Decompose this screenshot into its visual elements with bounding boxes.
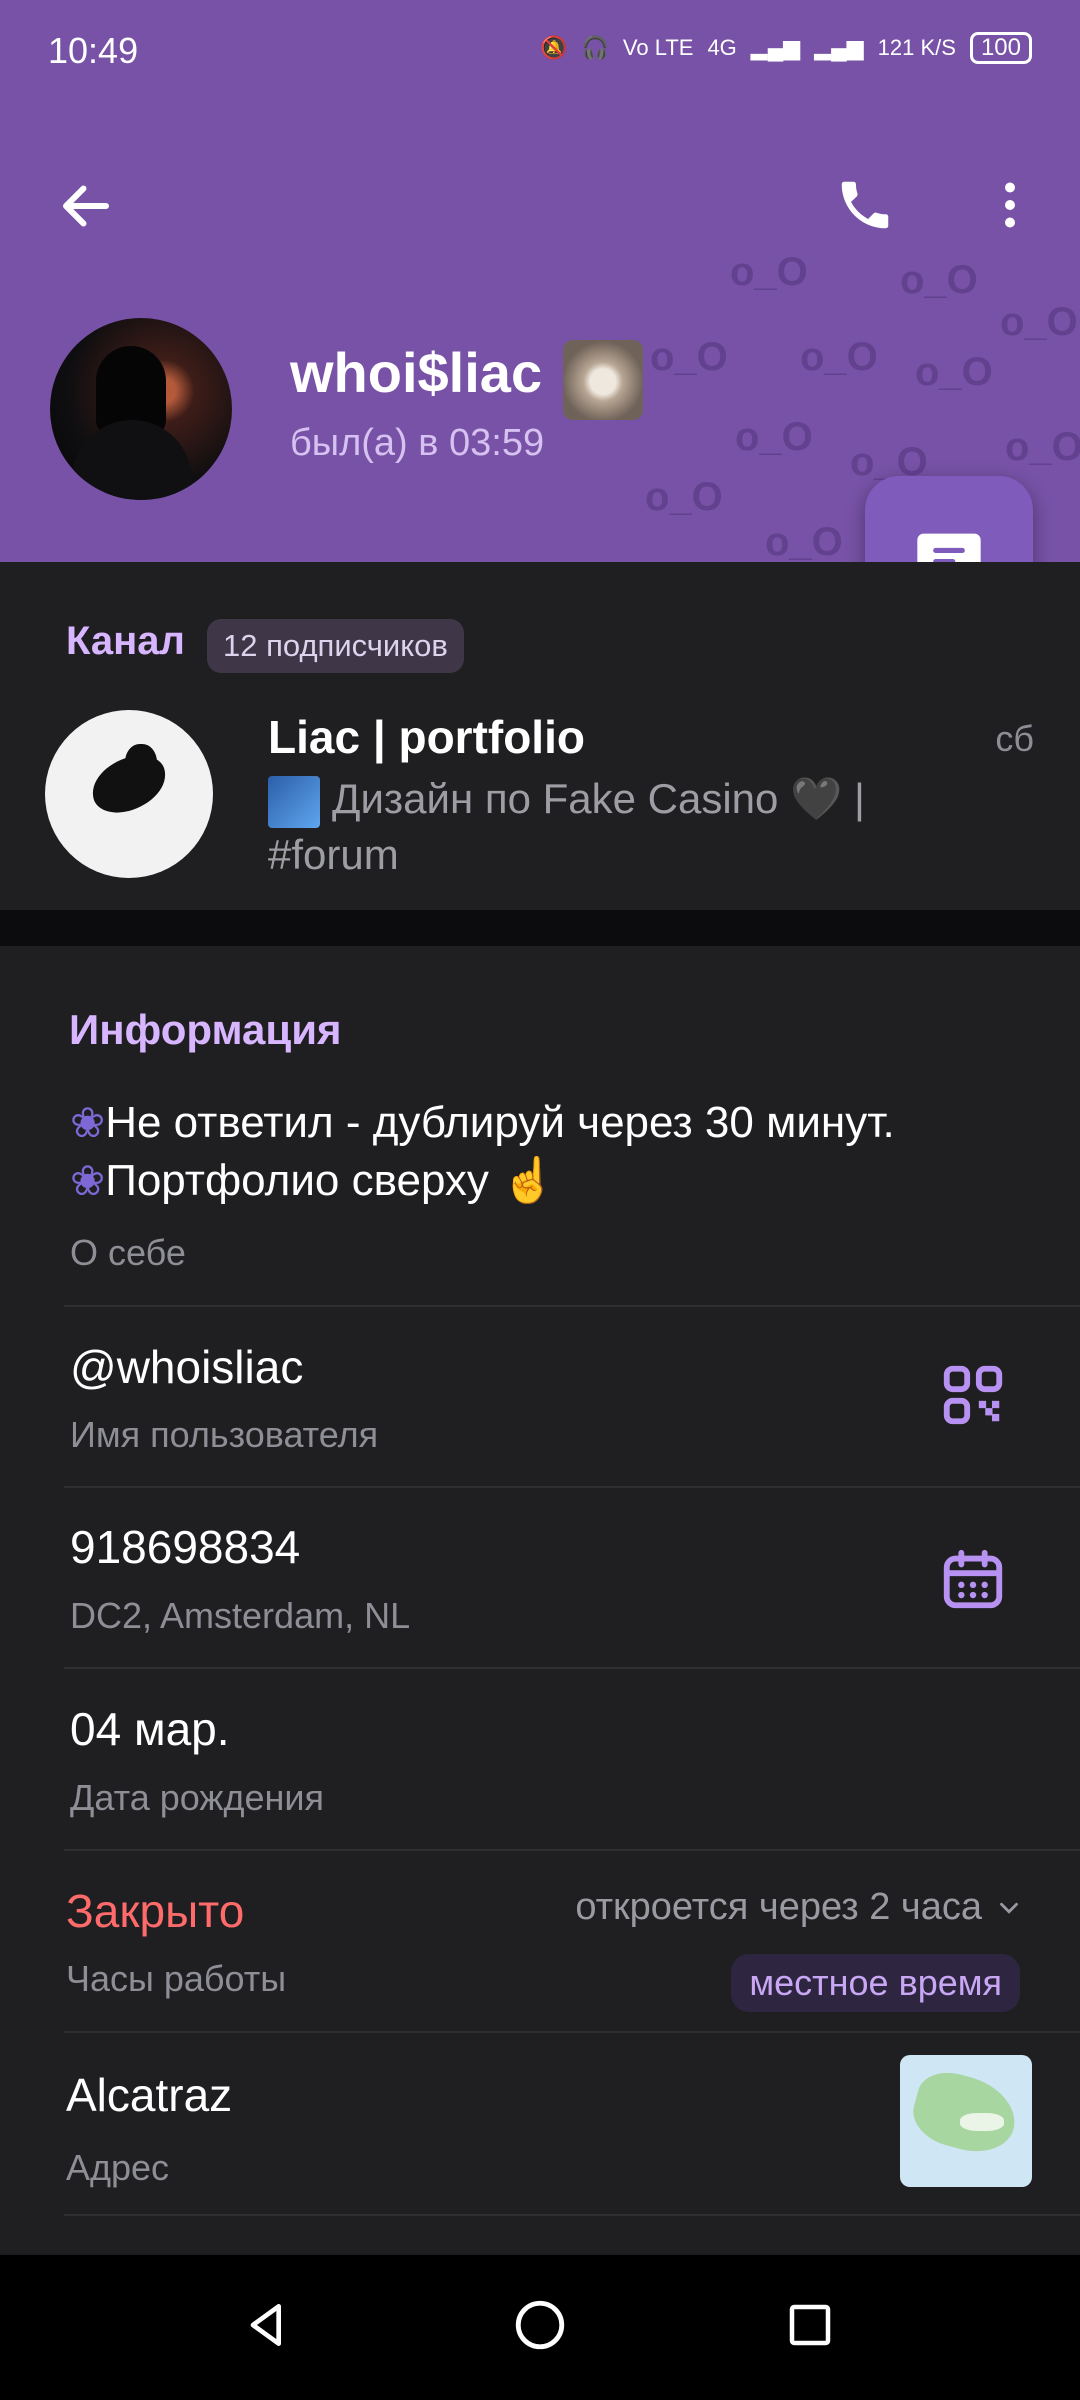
phone-icon — [841, 181, 889, 229]
status-icons: 🔕 🎧 Vo LTE 4G ▂▄▆ ▂▄▆ 121 K/S 100 — [540, 32, 1032, 64]
profile-name: whoi$liac — [290, 341, 543, 404]
channel-date: сб — [995, 718, 1034, 759]
hours-status[interactable]: Закрыто — [66, 1884, 244, 1938]
hyacinth-icon: ❀ — [70, 1157, 106, 1204]
pattern-text: o_O — [650, 335, 728, 379]
pattern-text: o_O — [1000, 300, 1078, 344]
about-label: О себе — [70, 1232, 186, 1273]
pattern-text: o_O — [800, 335, 878, 379]
hyacinth-icon: ❀ — [70, 1099, 106, 1146]
signal-icon: ▂▄▆ — [750, 35, 801, 60]
network-label: Vo LTE — [622, 35, 694, 60]
last-seen-text: был(а) в 03:59 — [290, 422, 545, 464]
pattern-text: o_O — [735, 415, 813, 459]
about-line-1: ❀Не ответил - дублируй через 30 минут. — [70, 1098, 895, 1147]
nav-recents-button[interactable] — [775, 2290, 845, 2360]
channel-label: Канал — [66, 619, 185, 663]
separator — [64, 1849, 1080, 1851]
pattern-text: o_O — [900, 258, 978, 302]
battery-level: 100 — [969, 32, 1032, 64]
separator — [64, 2031, 1080, 2033]
local-time-toggle[interactable]: местное время — [731, 1954, 1020, 2012]
4g-label: 4G — [707, 35, 737, 60]
datacenter-label: DC2, Amsterdam, NL — [70, 1595, 411, 1636]
profile-avatar[interactable] — [50, 318, 232, 500]
channel-title[interactable]: Liac | portfolio — [268, 710, 585, 764]
cat-emoji-status-icon[interactable] — [563, 340, 643, 420]
dnd-icon: 🔕 — [540, 35, 568, 60]
section-divider — [0, 910, 1080, 946]
island-shape — [906, 2065, 1024, 2161]
birthday[interactable]: 04 мар. — [70, 1702, 230, 1756]
headphones-icon: 🎧 — [581, 35, 609, 60]
about-line-2: ❀Портфолио сверху ☝️ — [70, 1156, 556, 1205]
qr-code-button[interactable] — [938, 1360, 1008, 1430]
calendar-icon — [943, 1549, 1003, 1609]
info-title: Информация — [69, 1006, 342, 1053]
square-recents-icon — [789, 2304, 831, 2346]
bird-wing-shape — [125, 744, 157, 784]
about-text[interactable]: ❀Не ответил - дублируй через 30 минут. ❀… — [70, 1094, 1050, 1210]
pattern-text: o_O — [730, 250, 808, 294]
separator — [64, 1667, 1080, 1669]
channel-avatar[interactable] — [45, 710, 213, 878]
calendar-button[interactable] — [938, 1544, 1008, 1614]
circle-home-icon — [515, 2300, 565, 2350]
avatar-body-shape — [72, 420, 192, 500]
pattern-text: o_O — [765, 520, 843, 562]
nav-home-button[interactable] — [505, 2290, 575, 2360]
user-id[interactable]: 918698834 — [70, 1520, 300, 1574]
address-label: Адрес — [66, 2147, 170, 2188]
hours-opens-text: откроется через 2 часа — [575, 1886, 982, 1928]
subscribers-badge: 12 подписчиков — [207, 619, 464, 673]
map-thumbnail[interactable] — [900, 2055, 1032, 2187]
back-button[interactable] — [52, 172, 120, 240]
hours-opens-dropdown[interactable]: откроется через 2 часа — [575, 1886, 1024, 1929]
channel-description[interactable]: Дизайн по Fake Casino 🖤 | #forum — [268, 772, 968, 882]
separator — [64, 1486, 1080, 1488]
pattern-text: o_O — [1005, 425, 1080, 469]
island-highlight — [960, 2113, 1004, 2131]
more-options-button[interactable] — [975, 170, 1045, 240]
separator — [64, 2214, 1080, 2216]
back-arrow-icon — [63, 185, 109, 227]
nav-back-button[interactable] — [232, 2290, 302, 2360]
username-label: Имя пользователя — [70, 1414, 379, 1455]
birthday-label: Дата рождения — [70, 1777, 324, 1818]
status-time: 10:49 — [48, 30, 139, 71]
username[interactable]: @whoisliac — [70, 1340, 303, 1394]
more-vertical-icon — [1005, 182, 1015, 228]
status-bar: 10:49 🔕 🎧 Vo LTE 4G ▂▄▆ ▂▄▆ 121 K/S 100 — [0, 0, 1080, 110]
triangle-back-icon — [250, 2304, 281, 2346]
separator — [64, 1305, 1080, 1307]
call-button[interactable] — [830, 170, 900, 240]
pattern-text: o_O — [915, 350, 993, 394]
casino-tile-icon — [268, 775, 320, 828]
hours-label: Часы работы — [66, 1958, 287, 1999]
address[interactable]: Alcatraz — [66, 2068, 232, 2122]
qr-code-icon — [943, 1365, 1003, 1425]
chevron-down-icon — [1000, 1902, 1018, 1914]
channel-description-text: Дизайн по Fake Casino 🖤 | #forum — [268, 775, 865, 878]
signal-icon-2: ▂▄▆ — [814, 35, 864, 60]
speed-label: 121 K/S — [877, 35, 956, 60]
pattern-text: o_O — [645, 475, 723, 519]
